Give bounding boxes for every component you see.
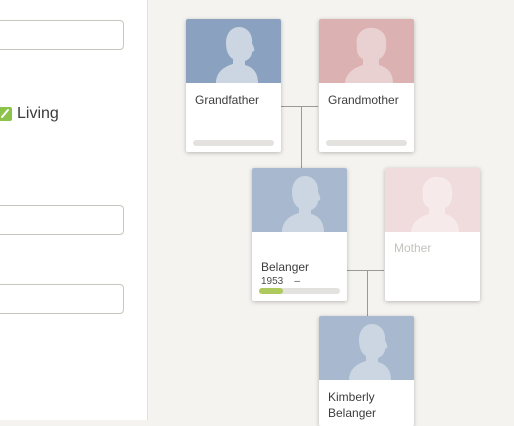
child-name: Kimberly Belanger (328, 390, 377, 420)
birth-place-input[interactable] (0, 284, 124, 314)
father-years: 1953 – (261, 276, 300, 287)
child-card[interactable]: Kimberly Belanger (319, 316, 414, 426)
grandfather-card[interactable]: Grandfather (186, 19, 281, 152)
parents-connector (347, 270, 384, 271)
parents-to-child-connector (367, 270, 368, 316)
grandmother-card[interactable]: Grandmother (319, 19, 414, 152)
mother-card[interactable]: Mother (385, 168, 480, 301)
female-silhouette-icon (319, 19, 414, 83)
living-label: Living (17, 105, 59, 122)
male-silhouette-icon (186, 19, 281, 83)
living-checkbox-row[interactable]: Living (0, 105, 59, 123)
grandfather-progress-bar (193, 140, 274, 146)
birth-date-input[interactable] (0, 205, 124, 235)
mother-name: Mother (394, 241, 432, 255)
male-silhouette-icon (252, 168, 347, 232)
female-silhouette-icon (385, 168, 480, 232)
check-icon[interactable] (0, 107, 12, 121)
father-progress-fill (259, 288, 284, 294)
father-progress-bar (259, 288, 340, 294)
grandparents-connector (281, 106, 318, 107)
family-tree: Grandfather Grandmother Belanger 1953 – (148, 0, 514, 426)
name-input[interactable] (0, 20, 124, 50)
grandparents-to-father-connector (301, 106, 302, 168)
grandmother-progress-bar (326, 140, 407, 146)
father-name: Belanger (261, 260, 310, 274)
grandfather-name: Grandfather (195, 93, 260, 107)
grandmother-name: Grandmother (328, 93, 399, 107)
person-form-panel: Living (0, 0, 148, 420)
father-card[interactable]: Belanger 1953 – (252, 168, 347, 301)
male-silhouette-icon (319, 316, 414, 380)
